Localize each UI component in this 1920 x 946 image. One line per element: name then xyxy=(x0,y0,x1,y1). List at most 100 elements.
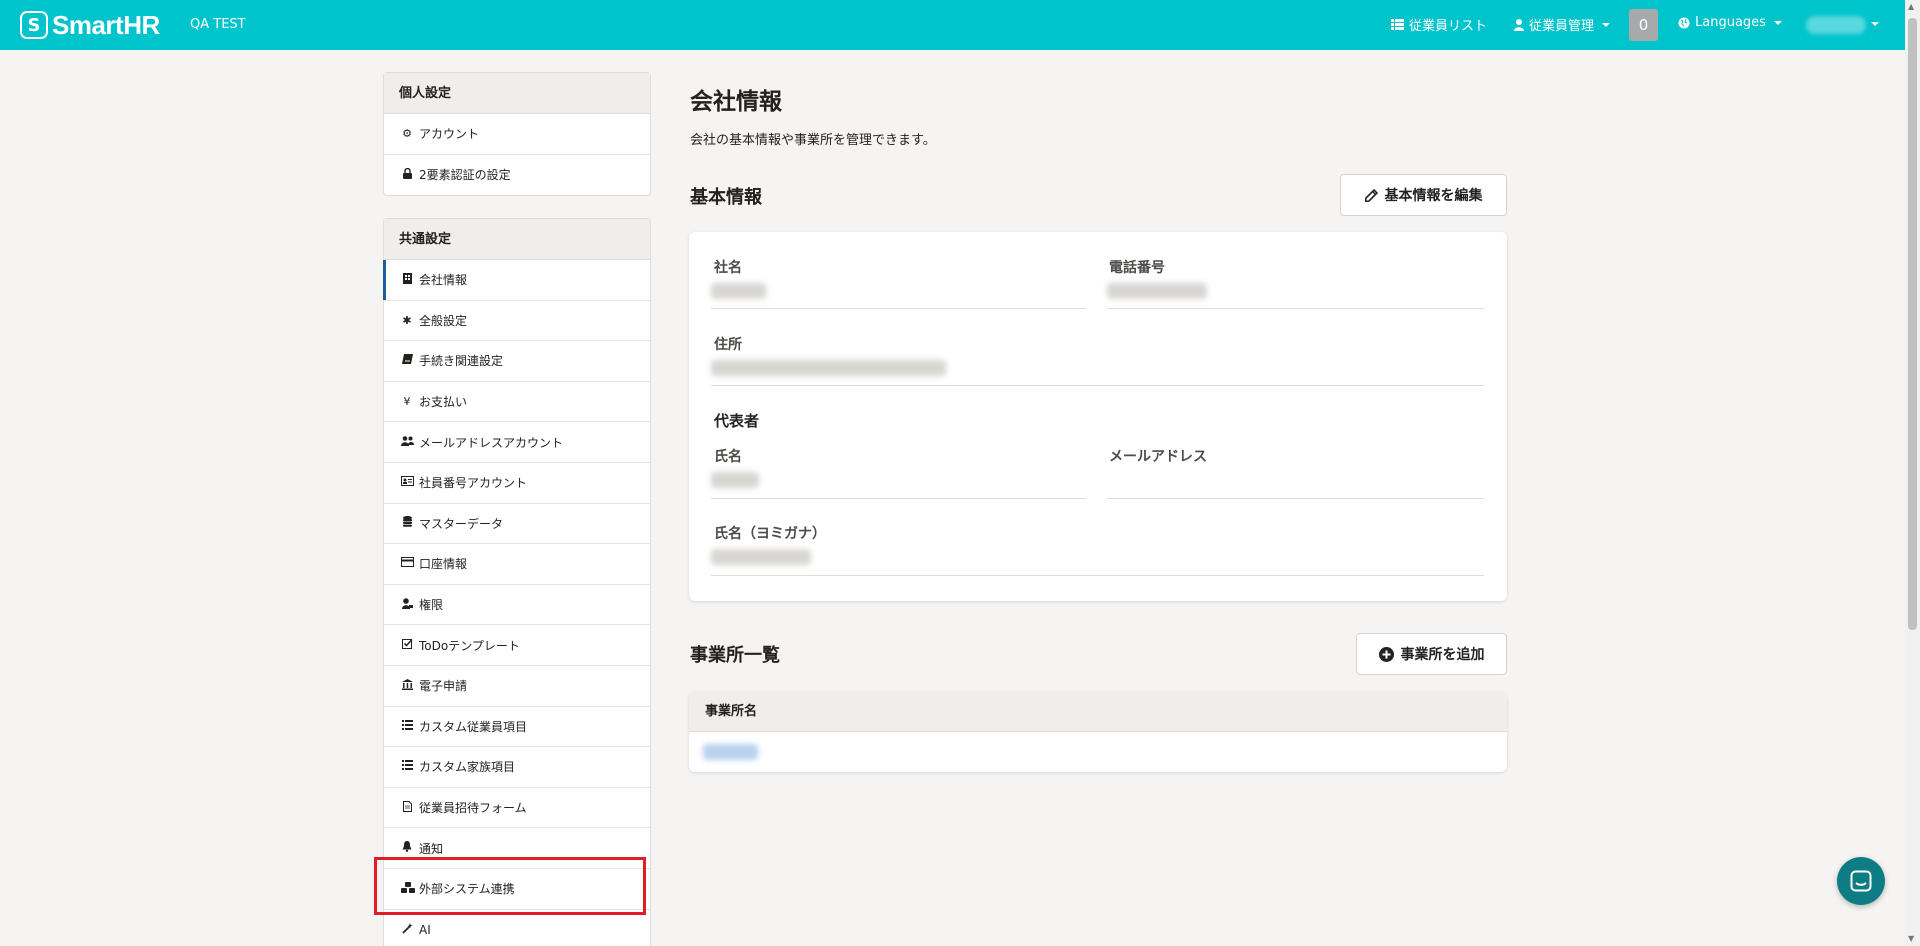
address-value xyxy=(711,360,946,376)
sidebar-item-label: メールアドレスアカウント xyxy=(419,435,564,450)
user-menu-name[interactable] xyxy=(1806,16,1866,34)
gear-icon: ⚙ xyxy=(402,127,412,141)
sidebar-item-master-data[interactable]: マスターデータ xyxy=(384,504,650,545)
representative-title: 代表者 xyxy=(714,412,760,430)
sidebar-item-label: 2要素認証の設定 xyxy=(419,168,511,183)
highlight-annotation-box xyxy=(374,857,646,915)
sidebar-item-label: 通知 xyxy=(419,841,444,856)
globe-icon xyxy=(1678,17,1690,28)
logo-mark-icon: S xyxy=(20,11,48,39)
magic-wand-icon xyxy=(401,922,413,937)
sidebar-item-label: 権限 xyxy=(419,598,444,613)
sidebar-item-general[interactable]: ✱ 全般設定 xyxy=(384,301,650,342)
bank-icon xyxy=(401,678,413,693)
common-settings-panel: 共通設定 会社情報 ✱ 全般設定 手続き関連設定 ¥ お支払い メールアドレスア… xyxy=(383,218,651,946)
rep-email-label: メールアドレス xyxy=(1109,449,1207,465)
sidebar-item-label: 口座情報 xyxy=(419,557,468,572)
sidebar-item-2fa[interactable]: 2要素認証の設定 xyxy=(384,155,650,196)
scroll-up-icon[interactable]: ▲ xyxy=(1908,2,1914,11)
scrollbar-thumb[interactable] xyxy=(1908,18,1917,630)
list-icon xyxy=(401,719,413,733)
personal-settings-title: 個人設定 xyxy=(384,73,650,114)
basic-info-title: 基本情報 xyxy=(690,187,762,208)
employee-manage-label: 従業員管理 xyxy=(1529,19,1595,34)
offices-table: 事業所名 xyxy=(689,692,1507,772)
list-icon xyxy=(1391,19,1404,30)
chat-icon xyxy=(1850,870,1872,892)
file-icon xyxy=(401,800,413,815)
edit-basic-info-button[interactable]: 基本情報を編集 xyxy=(1340,174,1507,216)
chat-support-button[interactable] xyxy=(1837,857,1885,905)
chevron-down-icon xyxy=(1871,22,1879,26)
id-card-icon xyxy=(401,476,414,489)
languages-label: Languages xyxy=(1695,15,1766,30)
add-office-label: 事業所を追加 xyxy=(1400,647,1485,663)
rep-kana-label: 氏名（ヨミガナ） xyxy=(714,526,826,542)
bell-icon xyxy=(401,841,413,855)
sidebar-item-todo-templates[interactable]: ToDoテンプレート xyxy=(384,625,650,666)
rep-name-label: 氏名 xyxy=(714,449,742,465)
sidebar-item-email-accounts[interactable]: メールアドレスアカウント xyxy=(384,422,650,463)
scroll-down-icon[interactable]: ▼ xyxy=(1908,934,1914,943)
sidebar-item-custom-employee-fields[interactable]: カスタム従業員項目 xyxy=(384,707,650,748)
user-lock-icon xyxy=(401,597,413,612)
sidebar-item-account[interactable]: ⚙ アカウント xyxy=(384,114,650,155)
credit-card-icon xyxy=(401,557,414,570)
sidebar-item-payment[interactable]: ¥ お支払い xyxy=(384,382,650,423)
office-name-link[interactable] xyxy=(703,744,758,760)
add-office-button[interactable]: 事業所を追加 xyxy=(1356,633,1507,675)
sidebar-item-label: AI xyxy=(419,922,431,937)
edit-basic-info-label: 基本情報を編集 xyxy=(1384,188,1483,204)
rep-name-value xyxy=(711,472,759,488)
sidebar-item-label: 会社情報 xyxy=(419,273,468,288)
address-label: 住所 xyxy=(714,337,742,353)
sidebar-item-label: 全般設定 xyxy=(419,313,468,328)
smarthr-logo[interactable]: S SmartHR xyxy=(20,9,160,40)
sidebar-item-label: カスタム家族項目 xyxy=(419,760,516,775)
divider xyxy=(1107,498,1484,499)
chevron-down-icon xyxy=(1602,22,1611,27)
sidebar-item-label: 従業員招待フォーム xyxy=(419,801,527,816)
tenant-name: QA TEST xyxy=(190,17,246,32)
personal-settings-panel: 個人設定 ⚙ アカウント 2要素認証の設定 xyxy=(383,72,651,197)
chevron-down-icon xyxy=(1773,20,1782,25)
divider xyxy=(711,308,1086,309)
top-header: S SmartHR QA TEST 従業員リスト 従業員管理 0 Languag… xyxy=(0,0,1920,50)
building-icon xyxy=(401,272,413,287)
basic-info-card: 社名 電話番号 住所 代表者 氏名 メールアドレス 氏名（ヨミガナ） xyxy=(689,232,1507,601)
divider xyxy=(711,575,1484,576)
pencil-icon xyxy=(1364,188,1378,202)
company-name-value xyxy=(711,283,766,299)
sidebar-item-label: マスターデータ xyxy=(419,516,504,531)
sidebar-item-label: アカウント xyxy=(419,127,480,142)
rep-kana-value xyxy=(711,549,811,565)
sidebar-item-procedures[interactable]: 手続き関連設定 xyxy=(384,341,650,382)
sidebar-item-label: 電子申請 xyxy=(419,679,468,694)
database-icon xyxy=(401,516,413,530)
employee-list-label: 従業員リスト xyxy=(1409,19,1488,34)
logo-text: SmartHR xyxy=(52,9,160,40)
sidebar-item-employee-number-accounts[interactable]: 社員番号アカウント xyxy=(384,463,650,504)
sidebar-item-company-info[interactable]: 会社情報 xyxy=(383,260,650,301)
page-description: 会社の基本情報や事業所を管理できます。 xyxy=(690,133,936,148)
languages-dropdown[interactable]: Languages xyxy=(1678,15,1782,30)
divider xyxy=(711,385,1484,386)
sidebar-item-permissions[interactable]: 権限 xyxy=(384,585,650,626)
sidebar-item-label: ToDoテンプレート xyxy=(419,638,520,653)
employee-list-link[interactable]: 従業員リスト xyxy=(1391,15,1487,34)
sidebar-item-label: お支払い xyxy=(419,395,468,410)
vertical-scrollbar[interactable]: ▲ ▼ xyxy=(1905,0,1920,946)
book-icon xyxy=(401,354,413,367)
employee-manage-dropdown[interactable]: 従業員管理 xyxy=(1514,15,1611,34)
lock-icon xyxy=(401,167,413,182)
users-icon xyxy=(401,435,414,449)
notification-count-badge[interactable]: 0 xyxy=(1629,9,1658,41)
offices-title: 事業所一覧 xyxy=(690,645,780,666)
sidebar-item-e-application[interactable]: 電子申請 xyxy=(384,666,650,707)
sidebar-item-custom-family-fields[interactable]: カスタム家族項目 xyxy=(384,747,650,788)
divider xyxy=(1107,308,1484,309)
sidebar-item-bank-info[interactable]: 口座情報 xyxy=(384,544,650,585)
sidebar-item-invite-form[interactable]: 従業員招待フォーム xyxy=(384,788,650,829)
phone-label: 電話番号 xyxy=(1109,260,1165,276)
company-name-label: 社名 xyxy=(714,260,742,276)
